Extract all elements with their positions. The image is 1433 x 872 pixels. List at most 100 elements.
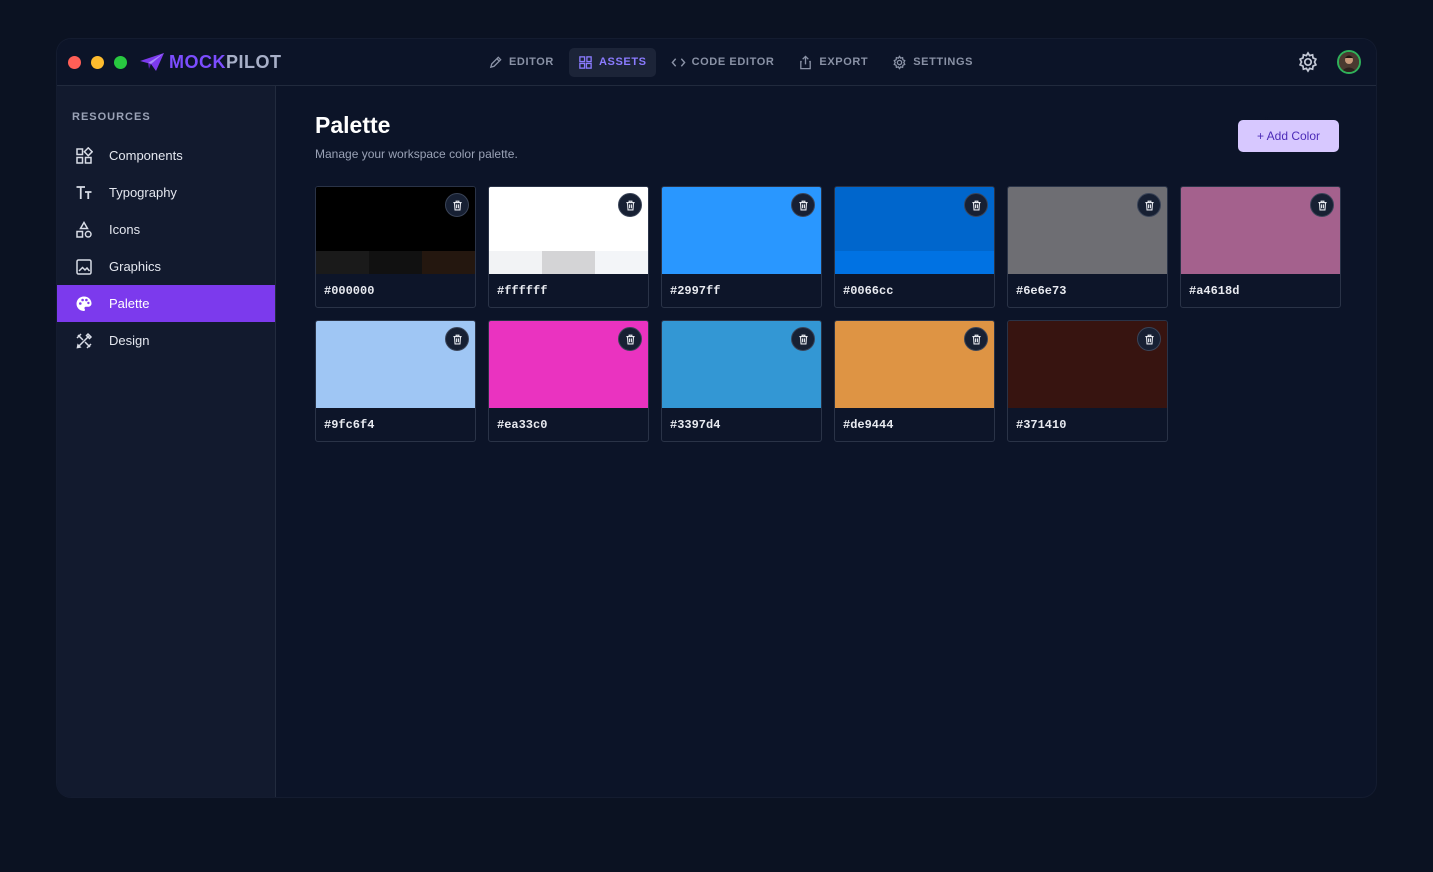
trash-icon	[798, 334, 808, 344]
sidebar-list: Components Typography Icons Graphics Pal…	[57, 137, 275, 359]
palette-icon	[76, 296, 92, 311]
sidebar-item-label: Graphics	[109, 259, 162, 274]
delete-color-button[interactable]	[618, 193, 642, 217]
delete-color-button[interactable]	[791, 327, 815, 351]
button-indicator-dot	[1265, 117, 1268, 120]
color-hex-label: #ffffff	[497, 284, 548, 298]
delete-color-button[interactable]	[791, 193, 815, 217]
add-color-button[interactable]: + Add Color	[1238, 117, 1339, 152]
color-hex-label: #9fc6f4	[324, 418, 375, 432]
trash-icon	[452, 334, 462, 344]
shade-chip	[489, 251, 542, 274]
title-bar: MOCKPILOT EDITOR ASSETS CODE EDITOR EXPO…	[57, 39, 1376, 86]
trash-icon	[1144, 200, 1154, 210]
gear-icon	[893, 54, 906, 70]
delete-color-button[interactable]	[618, 327, 642, 351]
color-hex-label: #a4618d	[1189, 284, 1240, 298]
shade-chip	[422, 251, 475, 274]
main-content: Palette Manage your workspace color pale…	[276, 86, 1376, 797]
nav-editor[interactable]: EDITOR	[479, 48, 563, 77]
image-icon	[76, 258, 92, 275]
delete-color-button[interactable]	[1137, 193, 1161, 217]
nav-settings[interactable]: SETTINGS	[883, 48, 982, 77]
delete-color-button[interactable]	[445, 193, 469, 217]
sidebar-item-graphics[interactable]: Graphics	[57, 248, 275, 285]
share-icon	[800, 54, 812, 69]
paper-plane-icon	[140, 53, 164, 71]
trash-icon	[452, 200, 462, 210]
brand-logo[interactable]: MOCKPILOT	[139, 51, 282, 73]
sidebar-item-label: Typography	[109, 185, 177, 200]
typography-icon	[76, 185, 92, 199]
sidebar-item-design[interactable]: Design	[57, 322, 275, 359]
trash-icon	[1144, 334, 1154, 344]
shade-chip	[369, 251, 422, 274]
shapes-icon	[76, 220, 92, 238]
page-title: Palette	[315, 112, 391, 138]
app-window: MOCKPILOT EDITOR ASSETS CODE EDITOR EXPO…	[57, 39, 1376, 797]
pencil-icon	[489, 55, 502, 68]
color-card[interactable]: #371410	[1007, 320, 1168, 442]
sidebar-item-label: Palette	[109, 296, 150, 311]
shade-chip	[542, 251, 595, 274]
color-hex-label: #6e6e73	[1016, 284, 1067, 298]
trash-icon	[1317, 200, 1327, 210]
trash-icon	[971, 200, 981, 210]
minimize-window-button[interactable]	[91, 56, 104, 69]
close-window-button[interactable]	[68, 56, 81, 69]
nav-export[interactable]: EXPORT	[789, 48, 877, 77]
trash-icon	[798, 200, 808, 210]
sidebar-item-label: Components	[109, 148, 183, 163]
shade-chip	[595, 251, 648, 274]
shade-chip	[316, 251, 369, 274]
sidebar-item-label: Design	[109, 333, 150, 348]
code-icon	[671, 57, 686, 67]
delete-color-button[interactable]	[1137, 327, 1161, 351]
page-subtitle: Manage your workspace color palette.	[315, 147, 518, 161]
grid-icon	[579, 55, 592, 69]
trash-icon	[971, 334, 981, 344]
top-navigation: EDITOR ASSETS CODE EDITOR EXPORT SETTING…	[479, 47, 982, 77]
nav-code-editor[interactable]: CODE EDITOR	[662, 48, 784, 77]
avatar-image	[1339, 52, 1359, 72]
swatch-shades	[489, 251, 648, 274]
trash-icon	[625, 334, 635, 344]
delete-color-button[interactable]	[964, 327, 988, 351]
delete-color-button[interactable]	[445, 327, 469, 351]
color-hex-label: #de9444	[843, 418, 894, 432]
swatch-shades	[316, 251, 475, 274]
trash-icon	[625, 200, 635, 210]
color-card[interactable]: #de9444	[834, 320, 995, 442]
design-tools-icon	[76, 332, 93, 349]
color-card[interactable]: #ffffff	[488, 186, 649, 308]
color-card[interactable]: #a4618d	[1180, 186, 1341, 308]
sidebar-item-components[interactable]: Components	[57, 137, 275, 174]
nav-assets[interactable]: ASSETS	[568, 47, 656, 77]
color-card[interactable]: #3397d4	[661, 320, 822, 442]
color-card[interactable]: #0066cc	[834, 186, 995, 308]
components-icon	[76, 146, 93, 164]
color-hex-label: #0066cc	[843, 284, 894, 298]
delete-color-button[interactable]	[964, 193, 988, 217]
color-card[interactable]: #9fc6f4	[315, 320, 476, 442]
color-card[interactable]: #2997ff	[661, 186, 822, 308]
swatch-shades	[835, 251, 994, 274]
sidebar-item-icons[interactable]: Icons	[57, 211, 275, 248]
sidebar-item-palette[interactable]: Palette	[57, 285, 275, 322]
color-hex-label: #371410	[1016, 418, 1067, 432]
shade-chip	[835, 251, 994, 274]
brand-name: MOCKPILOT	[169, 51, 282, 72]
color-hex-label: #2997ff	[670, 284, 721, 298]
maximize-window-button[interactable]	[114, 56, 127, 69]
color-card[interactable]: #000000	[315, 186, 476, 308]
color-hex-label: #3397d4	[670, 418, 721, 432]
sidebar-item-typography[interactable]: Typography	[57, 174, 275, 211]
settings-gear-icon[interactable]	[1297, 51, 1319, 73]
color-hex-label: #ea33c0	[497, 418, 548, 432]
delete-color-button[interactable]	[1310, 193, 1334, 217]
color-card[interactable]: #6e6e73	[1007, 186, 1168, 308]
color-card[interactable]: #ea33c0	[488, 320, 649, 442]
sidebar-item-label: Icons	[109, 222, 141, 237]
sidebar: RESOURCES Components Typography Icons Gr…	[57, 86, 276, 797]
user-avatar[interactable]	[1337, 50, 1361, 74]
